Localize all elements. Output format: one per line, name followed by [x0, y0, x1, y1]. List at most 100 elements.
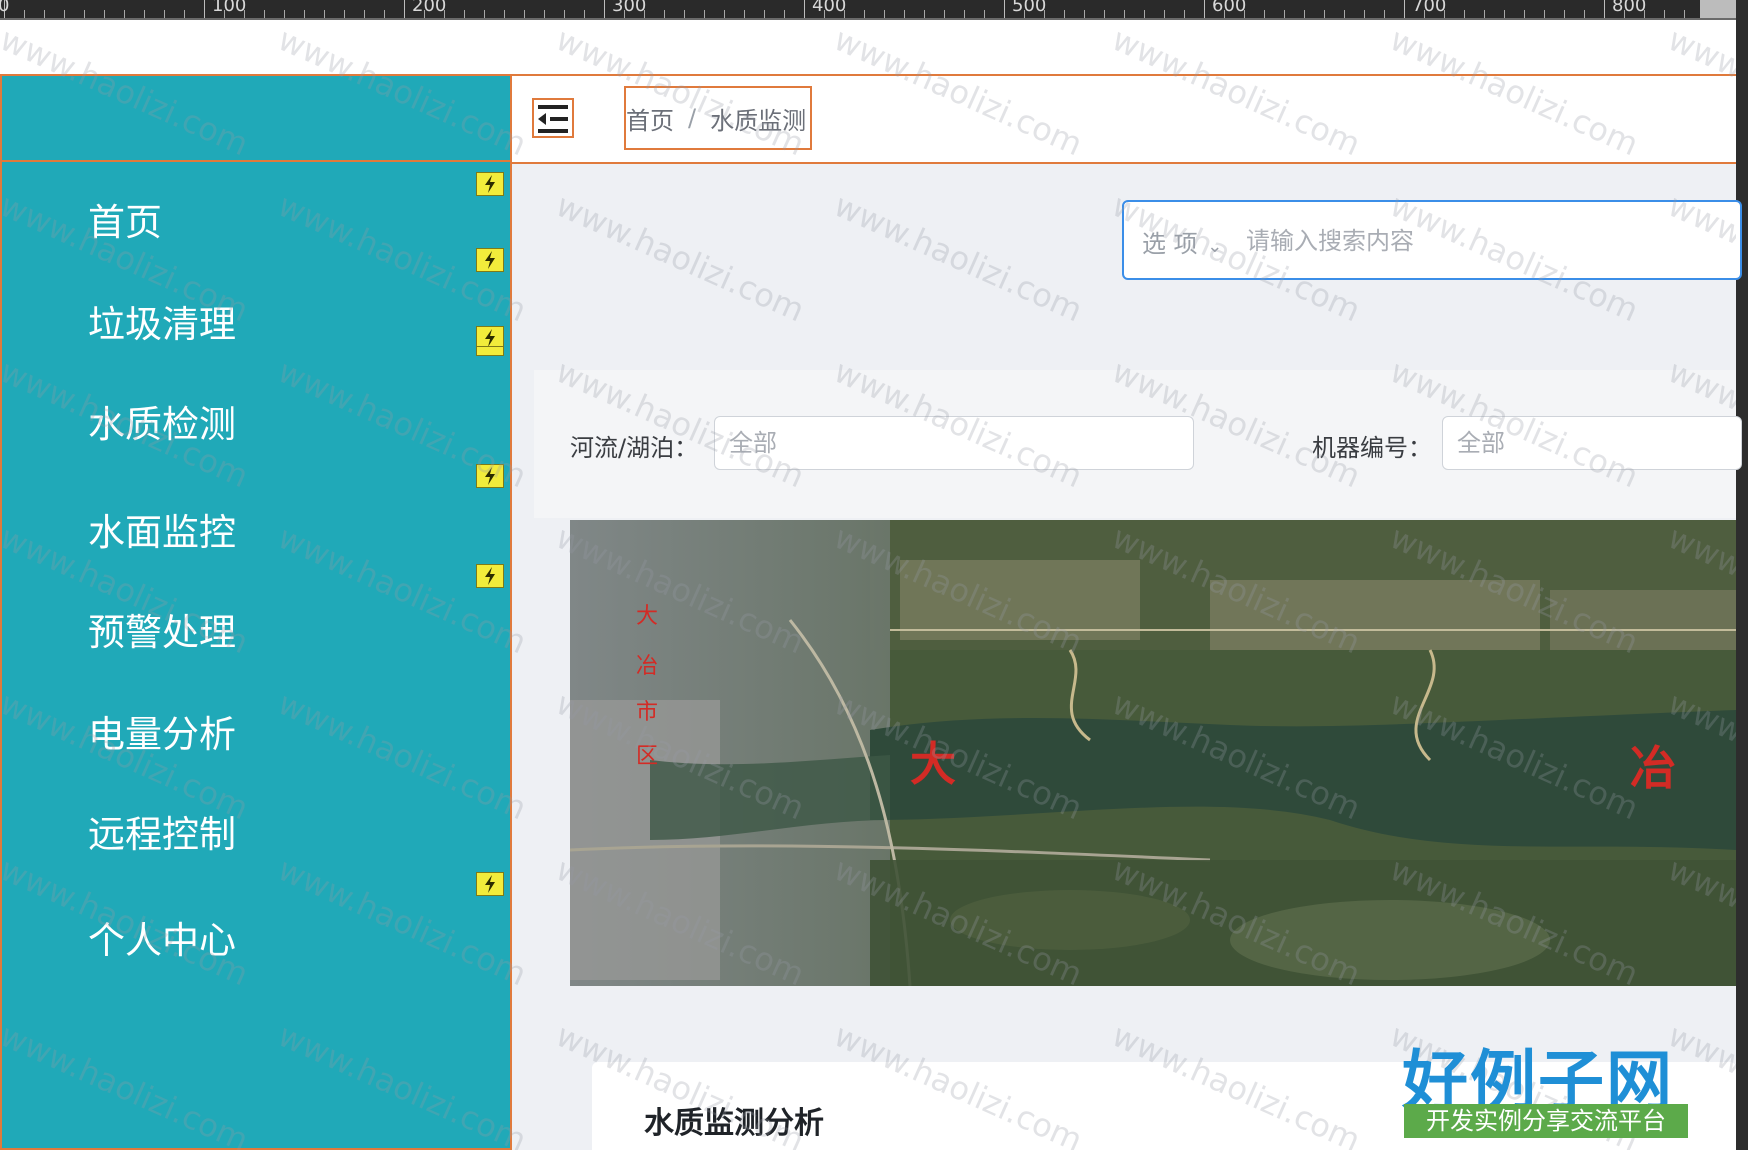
ruler-tick — [484, 10, 485, 18]
top-ruler: 0 100 200 300 400 500 600 700 800 — [0, 0, 1748, 20]
ruler-label: 200 — [412, 0, 447, 16]
ruler-tick — [344, 10, 345, 18]
card-title: 水质监测分析 — [644, 1106, 824, 1141]
ruler-tick — [1384, 10, 1385, 18]
ruler-tick — [904, 10, 905, 18]
ruler-label: 600 — [1212, 0, 1247, 16]
ruler-tick — [1184, 10, 1185, 18]
satellite-map[interactable]: 大 冶 大 冶 市 区 — [570, 520, 1736, 986]
ruler-tick — [1684, 10, 1685, 18]
ruler-tick — [1104, 10, 1105, 18]
breadcrumb-home-link[interactable]: 首页 — [626, 101, 674, 136]
map-label: 区 — [636, 744, 659, 769]
ruler-tick — [184, 10, 185, 18]
ruler-tick — [1124, 10, 1125, 18]
lightning-icon — [476, 248, 504, 272]
ruler-tick — [1464, 10, 1465, 18]
chevron-down-icon: ⌄ — [1207, 236, 1223, 257]
filter-panel: 河流/湖泊： 全部 机器编号： 全部 — [534, 370, 1742, 518]
sidebar-item-power-analysis[interactable]: 电量分析 — [88, 704, 236, 758]
lightning-icon — [476, 872, 504, 896]
sidebar-item-water-surface-monitoring[interactable]: 水面监控 — [88, 502, 236, 556]
ruler-tick — [1324, 10, 1325, 18]
sidebar-logo-area — [2, 76, 510, 162]
ruler-tick — [664, 10, 665, 18]
machine-number-select[interactable]: 全部 — [1442, 416, 1742, 470]
ruler-tick — [1304, 10, 1305, 18]
ruler-tick — [1064, 10, 1065, 18]
sidebar-item-garbage-cleanup[interactable]: 垃圾清理 — [88, 294, 236, 348]
map-label: 大 — [636, 604, 659, 629]
ruler-label: 700 — [1412, 0, 1447, 16]
ruler-tick — [684, 10, 685, 18]
ruler-tick — [124, 10, 125, 18]
map-label: 市 — [636, 700, 659, 725]
ruler-tick — [64, 10, 65, 18]
ruler-tick — [524, 10, 525, 18]
map-label: 大 — [910, 737, 956, 791]
ruler-tick — [1204, 0, 1205, 18]
ruler-tick — [284, 10, 285, 18]
ruler-tick — [964, 10, 965, 18]
sidebar-item-water-quality-detection[interactable]: 水质检测 — [88, 394, 236, 448]
lightning-icon — [476, 346, 504, 356]
breadcrumb-separator: / — [688, 104, 697, 132]
ruler-label: 100 — [212, 0, 247, 16]
ruler-tick — [764, 10, 765, 18]
ruler-tick — [744, 10, 745, 18]
ruler-tick — [1084, 10, 1085, 18]
ruler-tick — [544, 10, 545, 18]
collapse-menu-icon — [538, 105, 568, 133]
ruler-tick — [1484, 10, 1485, 18]
ruler-tick — [784, 10, 785, 18]
search-bar: 选 项 ⌄ — [1122, 200, 1742, 280]
ruler-tick — [944, 10, 945, 18]
ruler-scroll-marker[interactable] — [1700, 0, 1736, 18]
ruler-tick — [1584, 10, 1585, 18]
ruler-tick — [984, 10, 985, 18]
ruler-tick — [84, 10, 85, 18]
sidebar-collapse-button[interactable] — [532, 98, 574, 138]
ruler-tick — [264, 10, 265, 18]
river-lake-select[interactable]: 全部 — [714, 416, 1194, 470]
ruler-tick — [404, 0, 405, 18]
ruler-tick — [604, 0, 605, 18]
lightning-icon — [476, 564, 504, 588]
ruler-tick — [704, 10, 705, 18]
ruler-tick — [1004, 0, 1005, 18]
ruler-label: 0 — [0, 0, 9, 15]
ruler-label: 800 — [1612, 0, 1647, 16]
search-option-select[interactable]: 选 项 ⌄ — [1142, 224, 1222, 259]
ruler-tick — [204, 0, 205, 18]
breadcrumb-current: 水质监测 — [710, 106, 807, 135]
ruler-tick — [304, 10, 305, 18]
sidebar: 首页 垃圾清理 水质检测 水面监控 预警处理 电量分析 远程控制 个人中心 — [0, 74, 512, 1150]
sidebar-item-personal-center[interactable]: 个人中心 — [88, 910, 236, 964]
ruler-tick — [1504, 10, 1505, 18]
ruler-tick — [1564, 10, 1565, 18]
ruler-tick — [884, 10, 885, 18]
ruler-tick — [144, 10, 145, 18]
ruler-tick — [164, 10, 165, 18]
ruler-tick — [1604, 0, 1605, 18]
search-option-label: 选 项 — [1142, 230, 1198, 258]
sidebar-item-remote-control[interactable]: 远程控制 — [88, 804, 236, 858]
ruler-tick — [1264, 10, 1265, 18]
ruler-tick — [384, 10, 385, 18]
river-lake-label: 河流/湖泊： — [570, 434, 699, 462]
ruler-tick — [364, 10, 365, 18]
ruler-tick — [1404, 0, 1405, 18]
map-label: 冶 — [1630, 741, 1676, 795]
lightning-icon — [476, 464, 504, 488]
analysis-card: 水质监测分析 — [592, 1062, 1736, 1150]
sidebar-item-alert-handling[interactable]: 预警处理 — [88, 602, 236, 656]
ruler-tick — [804, 0, 805, 18]
breadcrumb: 首页 / 水质监测 — [624, 86, 812, 150]
sidebar-item-home[interactable]: 首页 — [88, 192, 162, 246]
ruler-tick — [1544, 10, 1545, 18]
search-input[interactable] — [1244, 216, 1728, 266]
ruler-label: 300 — [612, 0, 647, 16]
ruler-tick — [584, 10, 585, 18]
ruler-tick — [1664, 10, 1665, 18]
ruler-tick — [924, 10, 925, 18]
